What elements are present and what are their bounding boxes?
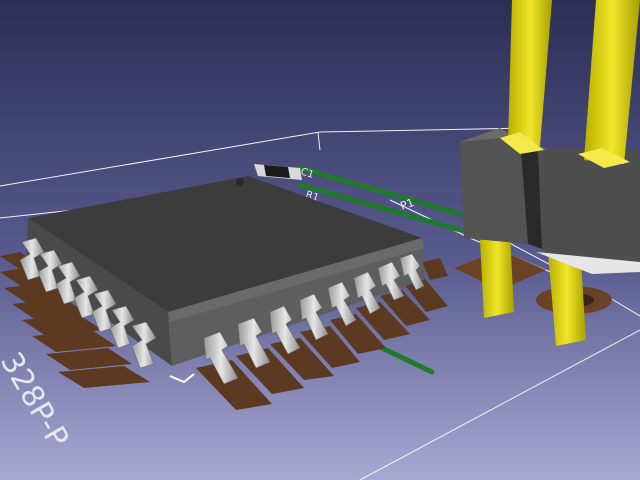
pcb-3d-view: C1 R1 P1 328P-P bbox=[0, 0, 640, 480]
pin1-marker bbox=[236, 178, 244, 186]
